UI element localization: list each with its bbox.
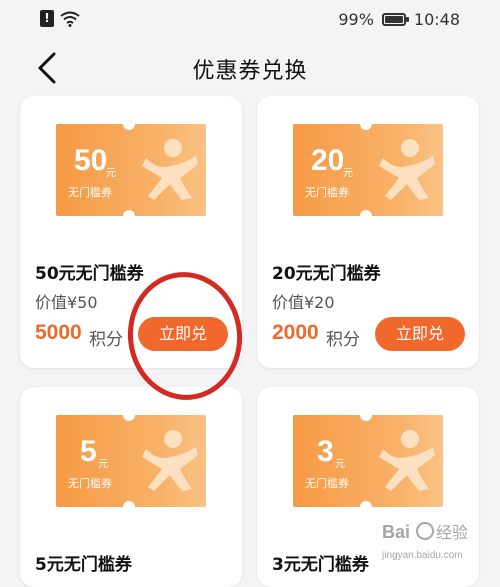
coupon-name: 3元无门槛券: [272, 555, 369, 575]
baidu-jingyan-watermark: Bai 经验 jingyan.baidu.com: [381, 522, 468, 561]
svg-text:jingyan.baidu.com: jingyan.baidu.com: [381, 550, 463, 561]
brand-logo-icon: [379, 430, 435, 491]
points-label: 积分: [326, 330, 360, 350]
brand-logo-icon: [142, 430, 198, 491]
redeem-button[interactable]: 立即兑: [375, 317, 465, 351]
coupon-unit: 元: [106, 168, 116, 179]
coupon-card-50: 50 元 无门槛券 50元无门槛券 价值¥50 5000 积分 立即兑: [20, 96, 242, 368]
coupon-image: 20 元 无门槛券: [293, 123, 443, 217]
coupon-image: 3 元 无门槛券: [293, 414, 443, 508]
coupon-desc: 无门槛券: [305, 477, 349, 490]
coupon-amount: 20: [311, 144, 345, 177]
status-bar: 99% 10:48: [0, 0, 500, 36]
coupon-card-20: 20 元 无门槛券 20元无门槛券 价值¥20 2000 积分 立即兑: [257, 96, 479, 368]
status-left: [40, 10, 80, 27]
redeem-button[interactable]: 立即兑: [138, 317, 228, 351]
coupon-amount: 50: [74, 144, 108, 177]
points-cost: 2000: [272, 321, 319, 344]
coupon-image: 50 元 无门槛券: [56, 123, 206, 217]
points-cost: 5000: [35, 321, 82, 344]
coupon-value: 价值¥50: [35, 293, 98, 312]
coupon-unit: 元: [343, 168, 353, 179]
coupon-card-5: 5 元 无门槛券 5元无门槛券: [20, 387, 242, 587]
coupon-unit: 元: [335, 459, 345, 470]
coupon-name: 50元无门槛券: [35, 264, 144, 284]
brand-logo-icon: [142, 139, 198, 200]
coupon-desc: 无门槛券: [68, 186, 112, 199]
coupon-desc: 无门槛券: [305, 186, 349, 199]
points-label: 积分: [89, 330, 123, 350]
sim-alert-icon: [40, 10, 54, 27]
coupon-amount: 3: [317, 435, 334, 468]
svg-text:Bai: Bai: [382, 522, 410, 542]
battery-percent: 99%: [338, 10, 374, 29]
coupon-unit: 元: [98, 459, 108, 470]
brand-logo-icon: [379, 139, 435, 200]
coupon-amount: 5: [80, 435, 97, 468]
coupon-desc: 无门槛券: [68, 477, 112, 490]
clock: 10:48: [413, 10, 460, 29]
status-right: 99% 10:48: [338, 10, 460, 29]
wifi-icon: [60, 11, 80, 27]
coupon-image: 5 元 无门槛券: [56, 414, 206, 508]
coupon-value: 价值¥20: [272, 293, 335, 312]
coupon-name: 20元无门槛券: [272, 264, 381, 284]
svg-text:经验: 经验: [436, 523, 468, 542]
app-header: 优惠券兑换: [0, 40, 500, 94]
page-title: 优惠券兑换: [192, 59, 308, 84]
coupon-name: 5元无门槛券: [35, 555, 132, 575]
battery-icon: [381, 13, 409, 26]
